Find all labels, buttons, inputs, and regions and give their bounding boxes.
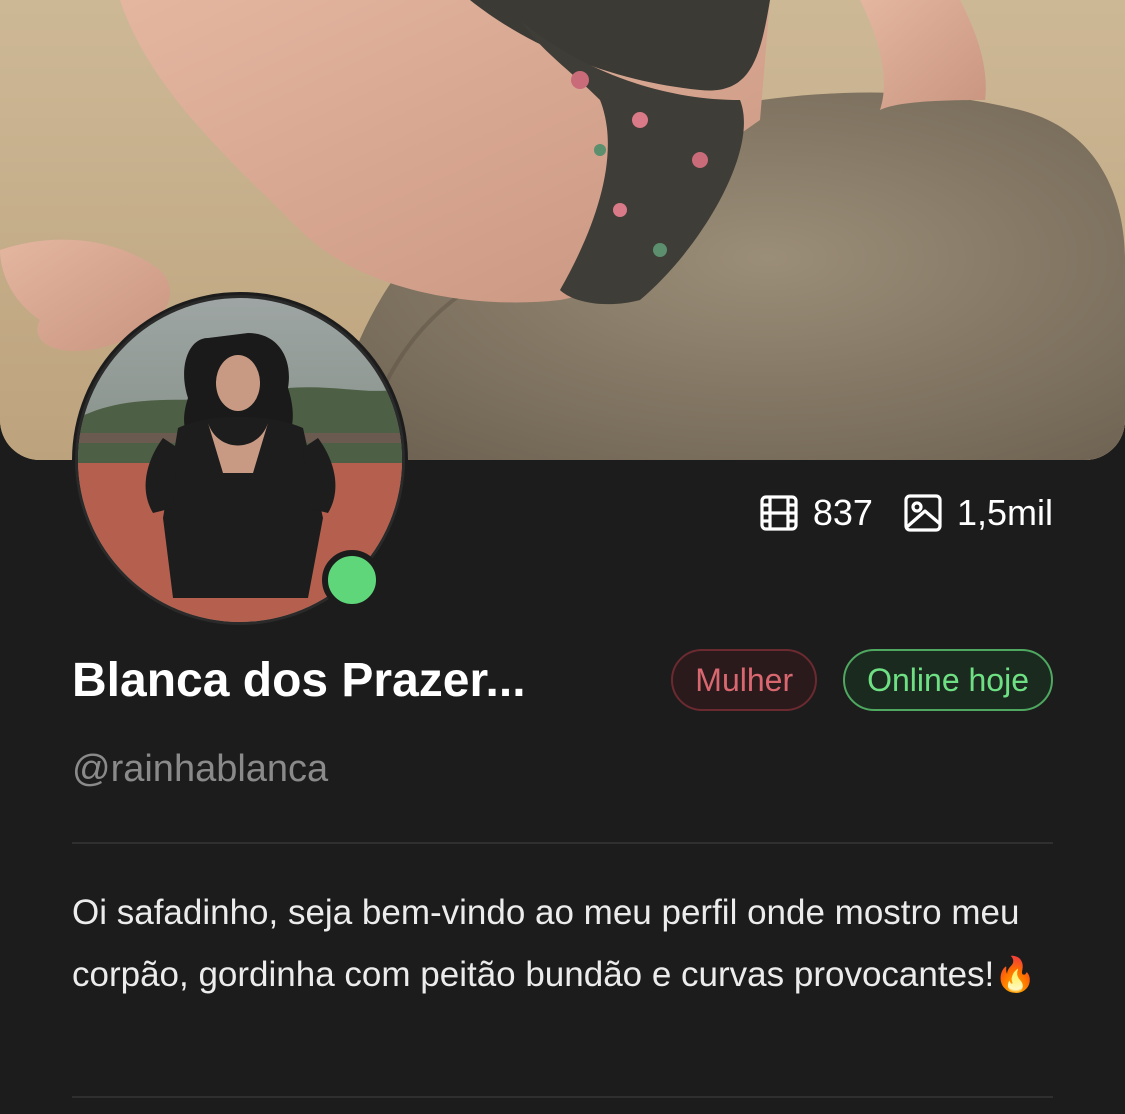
photos-count: 1,5mil: [956, 492, 1053, 533]
profile-name: Blanca dos Prazer...: [72, 653, 526, 707]
fire-icon: 🔥: [994, 956, 1037, 994]
divider: [72, 842, 1053, 844]
profile-username: @rainhablanca: [72, 748, 329, 790]
photos-stat[interactable]: 1,5mil: [903, 492, 1053, 534]
image-icon: [903, 493, 943, 533]
profile-avatar[interactable]: [72, 292, 408, 628]
online-indicator: [322, 550, 382, 610]
film-icon: [759, 493, 799, 533]
online-status-badge: Online hoje: [843, 649, 1053, 711]
name-row: Blanca dos Prazer... Mulher Online hoje: [72, 645, 1053, 715]
bio-text: Oi safadinho, seja bem-vindo ao meu perf…: [72, 893, 1020, 994]
badges: Mulher Online hoje: [671, 649, 1053, 711]
videos-stat[interactable]: 837: [759, 492, 873, 534]
divider-bottom: [72, 1096, 1053, 1098]
videos-count: 837: [812, 492, 873, 533]
stats-row: 837 1,5mil: [759, 490, 1053, 536]
gender-badge: Mulher: [671, 649, 818, 711]
profile-bio: Oi safadinho, seja bem-vindo ao meu perf…: [72, 882, 1053, 1006]
